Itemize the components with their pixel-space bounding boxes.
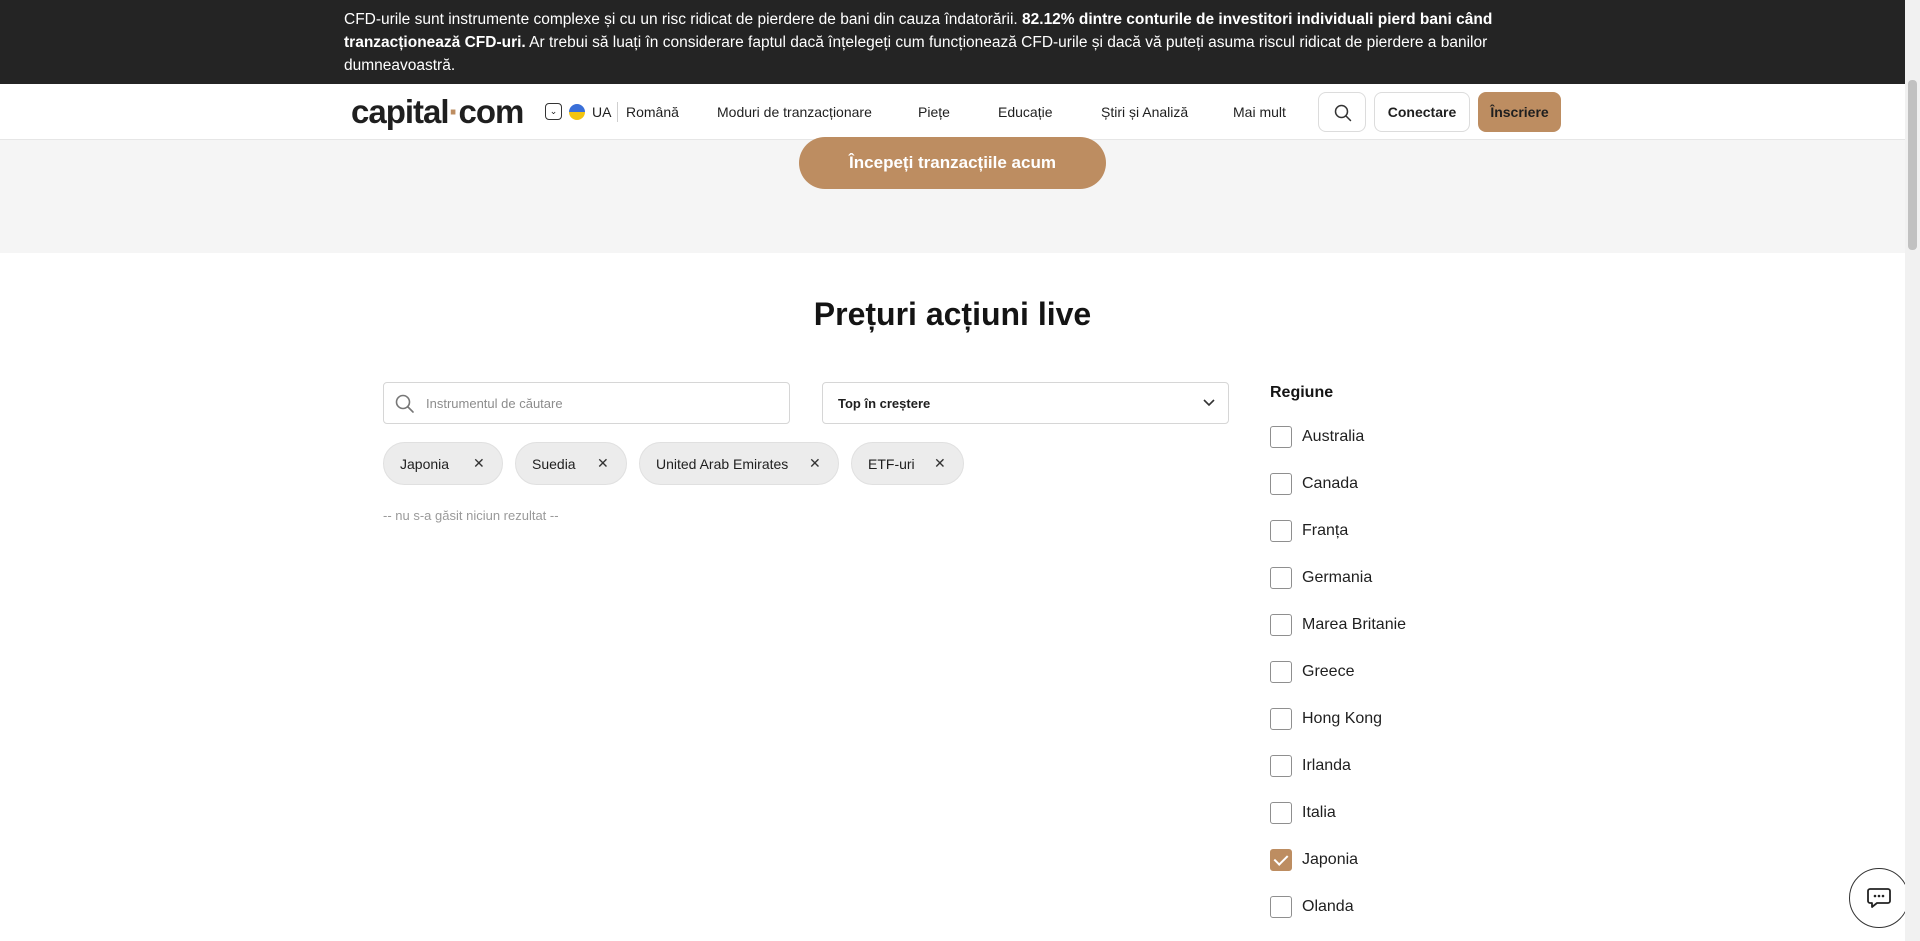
start-trading-button[interactable]: Începeți tranzacțiile acum [799,137,1106,189]
region-option-label: Canada [1302,475,1359,492]
close-icon[interactable]: ✕ [934,455,946,472]
logo-text-capital: capital [351,93,450,130]
region-checkbox[interactable] [1270,426,1292,448]
region-language-divider [617,102,618,122]
chat-button[interactable] [1849,868,1909,928]
filter-chip-label: ETF-uri [868,456,915,472]
region-checkbox[interactable] [1270,614,1292,636]
ukraine-flag-icon[interactable] [569,104,585,120]
chevron-down-icon [1203,399,1215,407]
search-icon [395,394,414,413]
header-search-button[interactable] [1318,92,1366,132]
region-dropdown-icon[interactable]: ⌄ [545,103,562,120]
risk-warning-text: CFD-urile sunt instrumente complexe și c… [344,8,1544,77]
filter-chip-label: United Arab Emirates [656,456,789,472]
chat-icon [1867,888,1891,908]
region-option-label: Irlanda [1302,757,1351,774]
filter-chip-label: Suedia [532,456,576,472]
logo-text-com: com [458,93,525,130]
region-option-label: Marea Britanie [1302,616,1407,633]
page-title: Prețuri acțiuni live [813,296,1092,332]
search-icon [1334,104,1352,122]
filter-chip-etf: ETF-uri ✕ [851,442,964,485]
nav-item-more[interactable]: Mai mult [1233,104,1286,120]
region-checkbox[interactable] [1270,708,1292,730]
nav-item-markets[interactable]: Piețe [918,104,950,120]
language-selector[interactable]: Română [626,104,679,120]
close-icon[interactable]: ✕ [473,455,485,472]
region-checkbox[interactable] [1270,896,1292,918]
sort-dropdown-value: Top în creștere [838,396,931,411]
nav-item-trading-modes[interactable]: Moduri de tranzacționare [717,104,872,120]
region-filter-title: Regiune [1270,384,1334,401]
region-option-label: Olanda [1302,898,1354,915]
logo-dot: · [448,93,460,130]
region-code[interactable]: UA [592,104,611,120]
region-checkbox[interactable] [1270,520,1292,542]
page-scrollbar[interactable] [1905,0,1920,941]
region-option-label: Greece [1302,663,1355,680]
region-checkbox[interactable] [1270,567,1292,589]
login-button[interactable]: Conectare [1374,92,1470,132]
region-checkbox[interactable] [1270,849,1292,871]
no-results-message: -- nu s-a găsit niciun rezultat -- [383,508,559,523]
main-navbar: capital·com ⌄ UA Română Moduri de tranza… [0,84,1905,140]
instrument-search-input[interactable] [426,391,776,415]
nav-item-education[interactable]: Educație [998,104,1052,120]
region-option-label: Italia [1302,804,1336,821]
region-checkbox[interactable] [1270,473,1292,495]
capital-com-logo[interactable]: capital·com [351,93,525,131]
region-option-label: Japonia [1302,851,1359,868]
region-checkbox[interactable] [1270,755,1292,777]
region-option-label: Australia [1302,428,1365,445]
scrollbar-thumb[interactable] [1908,80,1917,250]
risk-warning-banner: CFD-urile sunt instrumente complexe și c… [0,0,1905,84]
sort-dropdown[interactable]: Top în creștere [822,382,1229,424]
close-icon[interactable]: ✕ [809,455,821,472]
filter-chip-japan: Japonia ✕ [383,442,503,485]
nav-item-news-analysis[interactable]: Știri și Analiză [1101,104,1188,120]
filter-chip-label: Japonia [400,456,450,472]
region-checkbox[interactable] [1270,802,1292,824]
close-icon[interactable]: ✕ [597,455,609,472]
filter-chip-sweden: Suedia ✕ [515,442,627,485]
region-option-label: Germania [1302,569,1373,586]
filter-chip-uae: United Arab Emirates ✕ [639,442,839,485]
signup-button[interactable]: Înscriere [1478,92,1561,132]
region-checkbox[interactable] [1270,661,1292,683]
instrument-search-field[interactable] [383,382,790,424]
region-option-label: Hong Kong [1302,710,1383,727]
risk-warning-text-part1: CFD-urile sunt instrumente complexe și c… [344,11,1023,28]
region-option-label: Franța [1302,522,1349,539]
